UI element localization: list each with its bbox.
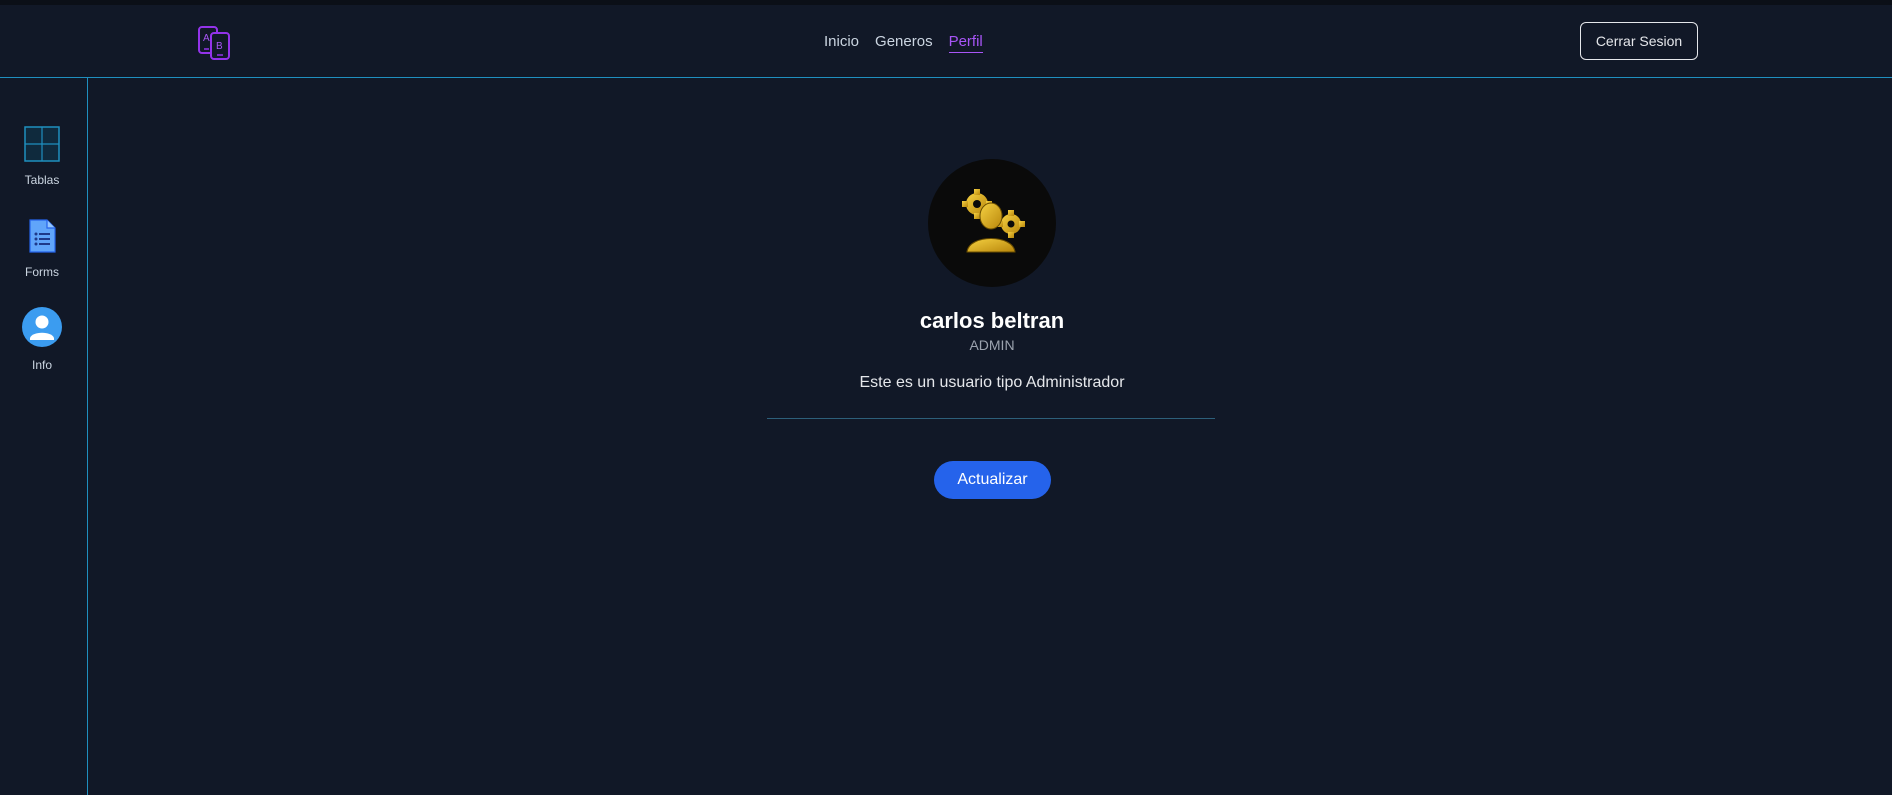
svg-text:A: A (203, 33, 210, 44)
grid-icon (24, 126, 60, 167)
divider (767, 418, 1215, 419)
avatar (928, 159, 1056, 287)
sidebar: Tablas Forms Info (0, 78, 88, 795)
sidebar-item-info[interactable]: Info (0, 307, 84, 372)
sidebar-item-tablas[interactable]: Tablas (0, 126, 84, 187)
profile-panel: carlos beltran ADMIN Este es un usuario … (88, 78, 1892, 795)
nav-link-inicio[interactable]: Inicio (824, 33, 859, 53)
profile-name: carlos beltran (919, 308, 1065, 333)
document-icon (27, 218, 57, 259)
svg-text:B: B (216, 41, 223, 52)
sidebar-item-label: Info (31, 358, 52, 372)
update-button[interactable]: Actualizar (934, 461, 1051, 499)
navbar: A B Inicio Generos Perfil Cerrar Sesion (0, 5, 1892, 78)
logo-icon[interactable]: A B (197, 25, 233, 61)
nav-links: Inicio Generos Perfil (824, 33, 983, 53)
logout-button[interactable]: Cerrar Sesion (1580, 22, 1698, 60)
profile-description: Este es un usuario tipo Administrador (859, 374, 1125, 391)
admin-gears-icon (957, 186, 1027, 261)
sidebar-item-forms[interactable]: Forms (0, 218, 84, 279)
sidebar-item-label: Forms (25, 265, 59, 279)
nav-link-perfil[interactable]: Perfil (948, 33, 983, 53)
sidebar-item-label: Tablas (24, 173, 60, 187)
user-circle-icon (22, 307, 62, 352)
profile-role: ADMIN (969, 337, 1015, 353)
nav-link-generos[interactable]: Generos (875, 33, 933, 53)
